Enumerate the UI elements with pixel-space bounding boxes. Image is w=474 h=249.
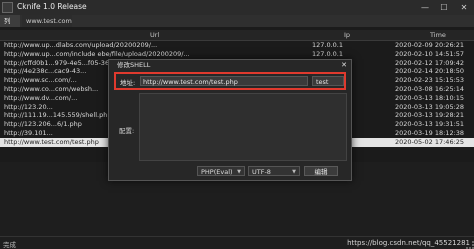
minimize-icon[interactable]: — xyxy=(416,0,434,15)
cell-time: 2020-02-23 15:15:53 xyxy=(395,76,465,85)
table-row[interactable]: http://www.up...com/include ebe/file/upl… xyxy=(0,50,474,59)
cell-time: 2020-02-12 17:09:42 xyxy=(395,58,465,67)
password-input[interactable]: test xyxy=(312,76,344,86)
cell-ip: 127.0.0.1 xyxy=(312,41,344,49)
app-icon xyxy=(2,2,13,13)
address-highlight: 地址: http://www.test.com/test.php test xyxy=(114,72,346,90)
config-label: 配置: xyxy=(119,127,135,135)
encoding-select[interactable]: UTF-8 ▼ xyxy=(248,166,300,176)
chevron-down-icon: ▼ xyxy=(292,169,296,175)
encoding-value: UTF-8 xyxy=(252,168,271,176)
table-header: Url Ip Time xyxy=(0,30,474,41)
column-header-ip[interactable]: Ip xyxy=(344,30,350,41)
script-type-select[interactable]: PHP(Eval) ▼ xyxy=(197,166,245,176)
cell-ip: 127.0.0.1 xyxy=(312,49,344,58)
tab-list[interactable]: 列表 xyxy=(0,15,20,37)
close-icon[interactable]: ✕ xyxy=(341,60,347,70)
status-text: 完成 xyxy=(3,241,16,249)
cell-time: 2020-02-09 20:26:21 xyxy=(395,41,465,49)
cell-time: 2020-02-10 14:51:57 xyxy=(395,49,465,58)
tab-bar: 列表 www.test.com xyxy=(0,15,474,37)
config-textarea[interactable] xyxy=(139,93,347,161)
address-input[interactable]: http://www.test.com/test.php xyxy=(140,76,308,86)
column-header-url[interactable]: Url xyxy=(150,30,159,41)
cell-time: 2020-03-19 18:12:38 xyxy=(395,129,465,137)
edit-button[interactable]: 编辑 xyxy=(304,166,338,176)
cell-time: 2020-03-13 19:28:21 xyxy=(395,111,465,120)
tab-site[interactable]: www.test.com xyxy=(22,15,72,27)
window-title: Cknife 1.0 Release xyxy=(17,2,87,11)
cell-url: http://www.up...dlabs.com/upload/2020020… xyxy=(4,41,158,49)
title-bar: Cknife 1.0 Release — ☐ ✕ xyxy=(0,0,474,15)
cell-time: 2020-03-13 19:31:51 xyxy=(395,120,465,129)
column-header-time[interactable]: Time xyxy=(430,30,446,41)
cell-time: 2020-03-08 16:25:14 xyxy=(395,85,465,93)
edit-shell-dialog: 修改SHELL ✕ 地址: http://www.test.com/test.p… xyxy=(108,59,352,181)
cell-time: 2020-03-13 18:10:15 xyxy=(395,93,465,102)
cell-time: 2020-05-02 17:46:25 xyxy=(395,137,465,146)
chevron-down-icon: ▼ xyxy=(237,169,241,175)
watermark: https://blog.csdn.net/qq_45521281 xyxy=(347,239,470,247)
table-row[interactable]: http://www.up...dlabs.com/upload/2020020… xyxy=(0,41,474,50)
dialog-title: 修改SHELL xyxy=(117,61,151,69)
status-bar: 完成 https://blog.csdn.net/qq_45521281 xyxy=(0,236,474,249)
maximize-icon[interactable]: ☐ xyxy=(435,0,453,15)
close-icon[interactable]: ✕ xyxy=(455,0,473,15)
address-label: 地址: xyxy=(120,79,136,87)
resize-grip-icon[interactable] xyxy=(466,241,474,249)
cell-time: 2020-03-13 19:05:28 xyxy=(395,102,465,111)
cell-time: 2020-02-14 20:18:50 xyxy=(395,67,465,76)
script-type-value: PHP(Eval) xyxy=(201,168,233,176)
cell-url: http://www.up...com/include ebe/file/upl… xyxy=(4,49,190,58)
